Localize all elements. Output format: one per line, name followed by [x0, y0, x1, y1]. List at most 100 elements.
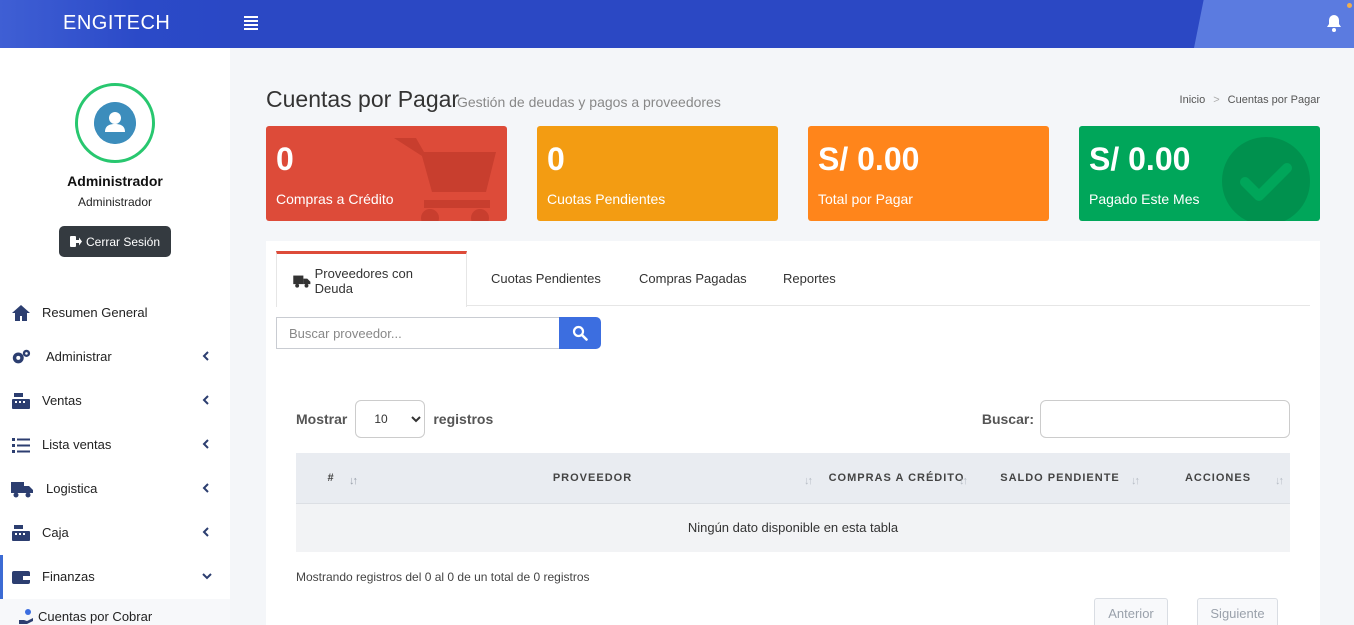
stat-label: Cuotas Pendientes: [547, 191, 666, 207]
stat-value: S/ 0.00: [818, 141, 920, 177]
tab-label: Cuotas Pendientes: [491, 271, 601, 286]
stat-label: Pagado Este Mes: [1089, 191, 1200, 207]
tab-proveedores-con-deuda[interactable]: Proveedores con Deuda: [276, 251, 467, 307]
sidebar-item-label: Lista ventas: [42, 437, 112, 452]
chevron-left-icon: [202, 351, 209, 361]
wallet-icon: [12, 571, 30, 584]
empty-table-message: Ningún dato disponible en esta tabla: [296, 503, 1290, 552]
length-select[interactable]: 10: [355, 400, 426, 438]
column-header-saldo-pendiente[interactable]: SALDO PENDIENTE ↓↑: [974, 453, 1146, 504]
sidebar-item-caja[interactable]: Caja: [0, 511, 230, 555]
filter-input[interactable]: [1040, 400, 1290, 438]
column-header-proveedor[interactable]: PROVEEDOR ↓↑: [366, 453, 819, 504]
stat-card-pagado-este-mes: S/ 0.00 Pagado Este Mes: [1079, 126, 1320, 221]
stat-label: Compras a Crédito: [276, 191, 394, 207]
page-subtitle: Gestión de deudas y pagos a proveedores: [457, 94, 721, 110]
filter-label: Buscar:: [981, 411, 1034, 427]
chevron-left-icon: [202, 527, 209, 537]
menu-toggle-icon[interactable]: [244, 16, 258, 30]
sidebar-subitem-label: Cuentas por Cobrar: [38, 609, 153, 624]
truck-icon: [293, 275, 311, 288]
stat-value: 0: [547, 141, 565, 177]
sidebar-subitem-cuentas-por-cobrar[interactable]: Cuentas por Cobrar: [0, 599, 230, 625]
previous-page-button[interactable]: Anterior: [1094, 598, 1168, 625]
tab-compras-pagadas[interactable]: Compras Pagadas: [625, 251, 761, 306]
column-header-index[interactable]: # ↓↑: [296, 453, 366, 504]
sort-icon: ↓↑: [1275, 475, 1284, 487]
bell-icon[interactable]: [1326, 14, 1342, 32]
tab-label: Proveedores con Deuda: [314, 265, 413, 296]
sidebar-item-logistica[interactable]: Logistica: [0, 467, 230, 511]
chevron-left-icon: [202, 439, 209, 449]
avatar: [75, 83, 155, 163]
datatable-length: Mostrar 10 registros: [296, 400, 493, 438]
stat-label: Total por Pagar: [818, 191, 913, 207]
tab-cuotas-pendientes[interactable]: Cuotas Pendientes: [477, 251, 615, 306]
length-records-label: registros: [433, 411, 494, 427]
sidebar-item-administrar[interactable]: Administrar: [0, 335, 230, 379]
sort-asc-icon: ↓↑: [349, 475, 358, 487]
page-title: Cuentas por Pagar: [266, 86, 460, 112]
shopping-cart-icon: [394, 138, 496, 221]
tab-bar: Proveedores con Deuda Cuotas Pendientes …: [276, 251, 1310, 307]
cash-register-icon: [12, 525, 30, 541]
truck-icon: [11, 482, 33, 498]
notification-dot: [1347, 3, 1352, 8]
sidebar-item-label: Resumen General: [42, 305, 148, 320]
check-circle-icon: [1222, 137, 1310, 221]
cogs-icon: [12, 349, 31, 364]
brand-logo[interactable]: ENGITECH: [63, 12, 170, 35]
logout-label: Cerrar Sesión: [85, 234, 161, 249]
sidebar-item-ventas[interactable]: Ventas: [0, 379, 230, 423]
sidebar-item-label: Logistica: [46, 481, 98, 496]
hand-money-icon: [19, 609, 33, 624]
sidebar-item-label: Caja: [42, 525, 69, 540]
stat-card-cuotas-pendientes: 0 Cuotas Pendientes: [537, 126, 778, 221]
top-header: ENGITECH: [0, 0, 1354, 48]
home-icon: [12, 305, 30, 321]
length-show-label: Mostrar: [296, 411, 348, 427]
cash-register-icon: [12, 393, 30, 409]
providers-table: # ↓↑ PROVEEDOR ↓↑ COMPRAS A CRÉDITO ↓↑ SALD…: [296, 453, 1290, 552]
logout-button[interactable]: Cerrar Sesión: [59, 226, 171, 257]
sidebar-item-lista-ventas[interactable]: Lista ventas: [0, 423, 230, 467]
user-icon: [94, 102, 136, 144]
user-role: Administrador: [77, 195, 153, 209]
provider-search: [276, 317, 601, 349]
main-panel: Proveedores con Deuda Cuotas Pendientes …: [266, 241, 1320, 625]
search-icon: [572, 325, 588, 341]
tab-label: Reportes: [783, 271, 836, 286]
table-row: Ningún dato disponible en esta tabla: [296, 503, 1290, 552]
sidebar-item-resumen-general[interactable]: Resumen General: [0, 291, 230, 335]
stat-card-total-por-pagar: S/ 0.00 Total por Pagar: [808, 126, 1049, 221]
list-icon: [12, 438, 30, 453]
chevron-left-icon: [202, 395, 209, 405]
sidebar-item-label: Administrar: [46, 349, 112, 364]
stat-value: 0: [276, 141, 294, 177]
next-page-button[interactable]: Siguiente: [1197, 598, 1278, 625]
user-name: Administrador: [67, 173, 163, 189]
brand-area: ENGITECH: [0, 0, 230, 48]
sort-icon: ↓↑: [959, 475, 968, 487]
chevron-left-icon: [202, 483, 209, 493]
sidebar: Administrador Administrador Cerrar Sesió…: [0, 48, 230, 625]
tab-label: Compras Pagadas: [639, 271, 747, 286]
provider-search-input[interactable]: [276, 317, 560, 349]
breadcrumb: Inicio > Cuentas por Pagar: [1179, 94, 1320, 106]
column-header-compras-credito[interactable]: COMPRAS A CRÉDITO ↓↑: [819, 453, 974, 504]
sort-icon: ↓↑: [804, 475, 813, 487]
sidebar-nav: Resumen General Administrar Ventas Lista…: [0, 291, 230, 625]
column-header-acciones[interactable]: ACCIONES ↓↑: [1146, 453, 1290, 504]
tab-reportes[interactable]: Reportes: [769, 251, 850, 306]
sidebar-item-label: Ventas: [42, 393, 82, 408]
sort-icon: ↓↑: [1131, 475, 1140, 487]
sign-out-icon: [69, 236, 82, 247]
sidebar-item-finanzas[interactable]: Finanzas: [0, 555, 230, 599]
table-info: Mostrando registros del 0 al 0 de un tot…: [296, 570, 590, 584]
datatable-filter: Buscar:: [982, 400, 1290, 438]
chevron-down-icon: [202, 573, 212, 580]
breadcrumb-home-link[interactable]: Inicio: [1180, 94, 1206, 106]
sidebar-item-label: Finanzas: [42, 569, 95, 584]
provider-search-button[interactable]: [559, 317, 601, 349]
stat-value: S/ 0.00: [1089, 141, 1191, 177]
